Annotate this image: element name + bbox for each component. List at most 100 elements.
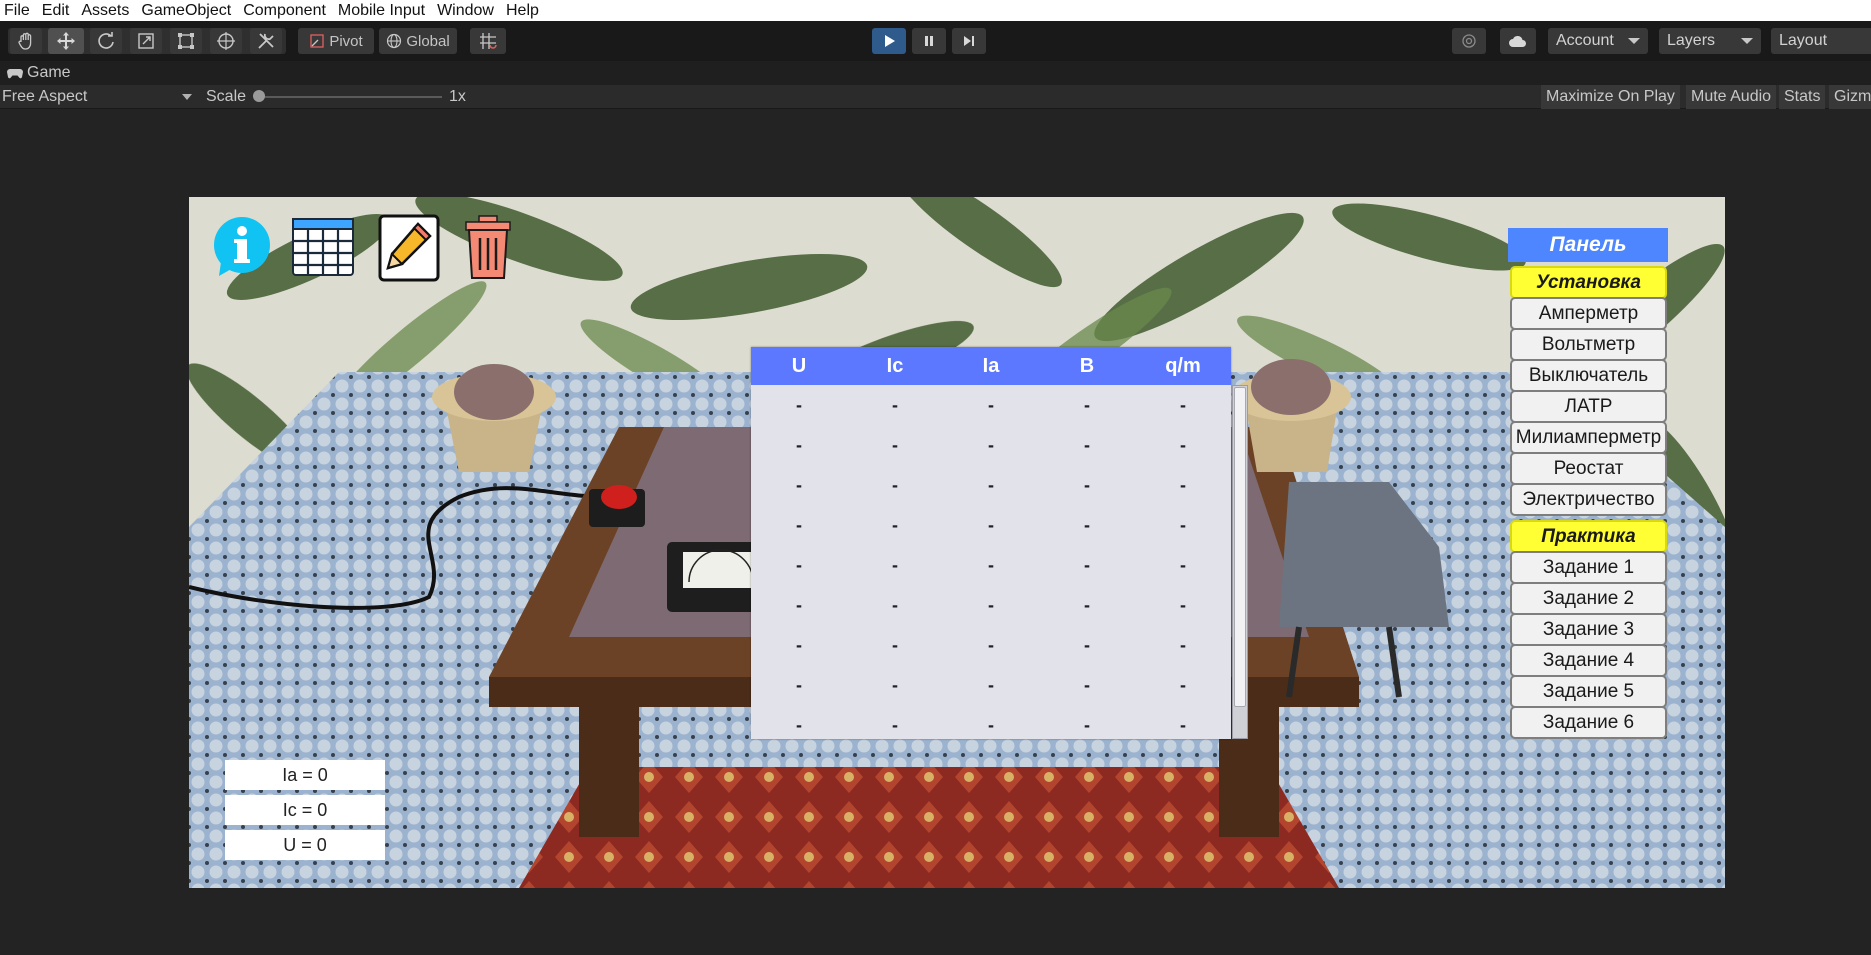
tab-game[interactable]: Game [0,64,71,82]
table-cell: - [1084,555,1090,575]
layers-dropdown[interactable]: Layers [1659,28,1761,54]
pivot-label: Pivot [329,32,363,50]
table-cell: - [988,555,994,575]
task-3-button[interactable]: Задание 3 [1510,613,1667,646]
table-cell: - [892,715,898,735]
scale-icon [138,33,154,49]
menu-window[interactable]: Window [431,0,500,21]
table-cell: - [1180,395,1186,415]
scale-slider-handle[interactable] [253,90,265,102]
table-cell: - [892,395,898,415]
clear-button[interactable] [457,214,519,282]
menu-bar: File Edit Assets GameObject Component Mo… [0,0,1871,21]
hand-tool-button[interactable] [10,28,42,54]
table-cell: - [892,595,898,615]
custom-tool-button[interactable] [250,28,282,54]
table-cell: - [988,475,994,495]
move-tool-button[interactable] [48,28,84,54]
scale-slider-track[interactable] [256,96,442,98]
account-dropdown[interactable]: Account [1548,28,1648,54]
table-cell: - [1084,435,1090,455]
scale-tool-button[interactable] [130,28,162,54]
stats-toggle[interactable]: Stats [1779,85,1826,109]
game-viewport[interactable]: U Ic Ia B q/m ----- ----- ----- ----- --… [189,197,1725,888]
task-2-button[interactable]: Задание 2 [1510,582,1667,615]
table-button[interactable] [292,214,354,282]
header-ic: Ic [886,355,904,377]
menu-help[interactable]: Help [500,0,545,21]
header-u: U [791,355,807,377]
menu-component[interactable]: Component [237,0,332,21]
milliammeter-button[interactable]: Милиамперметр [1510,421,1667,454]
table-cell: - [796,595,802,615]
table-cell: - [988,435,994,455]
menu-assets[interactable]: Assets [75,0,135,21]
rotate-tool-button[interactable] [90,28,122,54]
table-cell: - [1084,635,1090,655]
table-row: ----- [751,705,1231,735]
layout-dropdown[interactable]: Layout [1771,28,1871,54]
latr-button[interactable]: ЛАТР [1510,390,1667,423]
mute-audio-toggle[interactable]: Mute Audio [1686,85,1777,109]
pivot-toggle[interactable]: Pivot [298,28,374,54]
table-row: ----- [751,505,1231,545]
chevron-down-icon [1741,38,1753,44]
table-cell: - [988,635,994,655]
table-scrollbar-thumb[interactable] [1234,387,1246,707]
table-cell: - [988,515,994,535]
task-5-button[interactable]: Задание 5 [1510,675,1667,708]
rheostat-button[interactable]: Реостат [1510,452,1667,485]
task-6-button[interactable]: Задание 6 [1510,706,1667,739]
table-row: ----- [751,425,1231,465]
grid-snap-button[interactable] [470,28,506,54]
menu-gameobject[interactable]: GameObject [135,0,237,21]
menu-file[interactable]: File [0,0,36,21]
cloud-button[interactable] [1500,28,1536,54]
task-1-button[interactable]: Задание 1 [1510,551,1667,584]
collab-button[interactable] [1452,28,1486,54]
chevron-down-icon [1628,38,1640,44]
global-toggle[interactable]: Global [379,28,457,54]
measurement-table: U Ic Ia B q/m ----- ----- ----- ----- --… [751,347,1231,739]
account-label: Account [1556,32,1614,49]
table-cell: - [1084,515,1090,535]
tools-icon [258,33,274,49]
aspect-label: Free Aspect [2,88,88,105]
electricity-button[interactable]: Электричество [1510,483,1667,516]
table-cell: - [988,675,994,695]
table-cell: - [1180,515,1186,535]
info-button[interactable] [211,214,273,282]
pause-button[interactable] [912,28,946,54]
gizmos-toggle[interactable]: Gizm [1829,85,1871,109]
menu-edit[interactable]: Edit [36,0,76,21]
task-4-button[interactable]: Задание 4 [1510,644,1667,677]
rect-tool-button[interactable] [170,28,202,54]
global-label: Global [406,32,450,50]
u-readout: U = 0 [225,830,385,860]
setup-header-button[interactable]: Установка [1510,266,1667,299]
play-button[interactable] [872,28,906,54]
table-cell: - [1180,555,1186,575]
table-cell: - [1084,475,1090,495]
game-tab-label: Game [27,64,71,81]
table-cell: - [1084,395,1090,415]
table-cell: - [796,515,802,535]
step-icon [964,36,974,46]
voltmeter-button[interactable]: Вольтметр [1510,328,1667,361]
collab-icon [1462,34,1476,48]
ia-readout: Ia = 0 [225,760,385,790]
table-cell: - [1084,595,1090,615]
maximize-on-play-toggle[interactable]: Maximize On Play [1541,85,1680,109]
practice-header-button[interactable]: Практика [1510,520,1667,553]
step-button[interactable] [952,28,986,54]
transform-tool-button[interactable] [210,28,242,54]
table-cell: - [892,475,898,495]
table-scrollbar[interactable] [1232,385,1248,739]
aspect-dropdown[interactable]: Free Aspect [2,85,194,109]
notes-button[interactable] [378,214,440,282]
table-cell: - [1180,675,1186,695]
gamepad-icon [7,69,23,79]
switch-button[interactable]: Выключатель [1510,359,1667,392]
ammeter-button[interactable]: Амперметр [1510,297,1667,330]
menu-mobile-input[interactable]: Mobile Input [332,0,431,21]
